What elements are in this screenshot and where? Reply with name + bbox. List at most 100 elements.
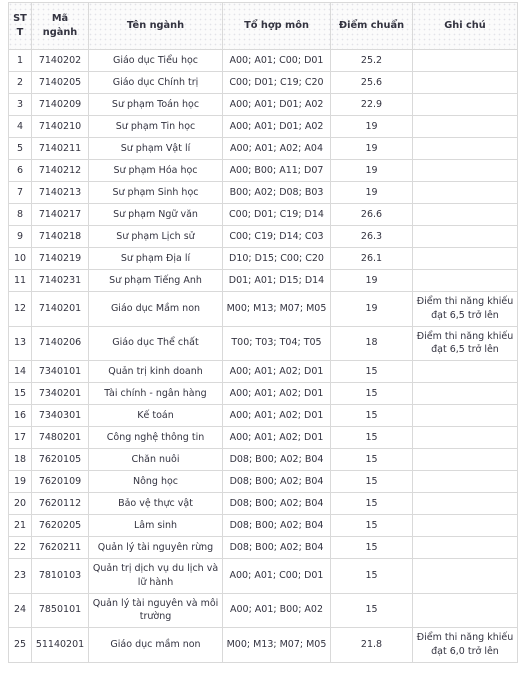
cell-name: Quản trị dịch vụ du lịch và lữ hành [88,558,223,594]
cell-stt: 18 [8,448,32,472]
cell-stt: 9 [8,225,32,248]
cell-score: 15 [330,360,413,384]
cell-comb: A00; A01; C00; D01 [222,49,331,72]
cell-note [412,159,518,182]
cell-note: Điểm thi năng khiếu đạt 6,5 trở lên [412,325,518,362]
cell-stt: 14 [8,360,32,384]
cell-score: 19 [330,115,413,138]
table-row: 17 7480201 Công nghệ thông tin A00; A01; A0… [8,426,518,450]
cell-name: Bảo vệ thực vật [88,492,223,516]
cell-score: 25.6 [330,71,413,94]
table-row: 8 7140217 Sư phạm Ngữ văn C00; D01; C19; D1… [8,203,518,226]
cell-code: 7340101 [31,360,89,384]
cell-name: Giáo dục Mầm non [88,291,223,327]
table-row: 2 7140205 Giáo dục Chính trị C00; D01; C19;… [8,71,518,94]
cell-score: 15 [330,404,413,428]
cell-stt: 21 [8,514,32,538]
cell-score: 18 [330,325,413,362]
cell-score: 26.1 [330,247,413,270]
cell-score: 15 [330,448,413,472]
cell-stt: 19 [8,470,32,494]
table-row: 24 7850101 Quản lý tài nguyên và môi trườn… [8,592,518,629]
cell-score: 19 [330,137,413,160]
table-row: 14 7340101 Quản trị kinh doanh A00; A01; A0… [8,360,518,384]
table-row: 5 7140211 Sư phạm Vật lí A00; A01; A02; A04… [8,137,518,160]
cell-comb: A00; A01; B00; A02 [222,592,331,629]
table-row: 18 7620105 Chăn nuôi D08; B00; A02; B04 15 [8,448,518,472]
cell-name: Tài chính - ngân hàng [88,382,223,406]
cell-score: 26.3 [330,225,413,248]
cell-stt: 8 [8,203,32,226]
cell-stt: 4 [8,115,32,138]
cell-name: Nông học [88,470,223,494]
table-row: 23 7810103 Quản trị dịch vụ du lịch và lữ … [8,558,518,594]
cell-stt: 16 [8,404,32,428]
table-row: 21 7620205 Lâm sinh D08; B00; A02; B04 15 [8,514,518,538]
table-row: 25 51140201 Giáo dục mầm non M00; M13; M07;… [8,627,518,663]
cell-note [412,536,518,560]
cell-note: Điểm thi năng khiếu đạt 6,5 trở lên [412,291,518,327]
cell-score: 26.6 [330,203,413,226]
cell-comb: A00; A01; A02; A04 [222,137,331,160]
table-row: 7 7140213 Sư phạm Sinh học B00; A02; D08; B… [8,181,518,204]
benchmark-score-table-container: STT Mã ngành Tên ngành Tổ hợp môn Điểm c… [0,0,525,663]
cell-note [412,181,518,204]
cell-name: Công nghệ thông tin [88,426,223,450]
cell-code: 7620205 [31,514,89,538]
cell-stt: 24 [8,592,32,629]
cell-comb: M00; M13; M07; M05 [222,627,331,663]
cell-note [412,137,518,160]
cell-note [412,71,518,94]
cell-name: Quản lý tài nguyên rừng [88,536,223,560]
cell-note [412,360,518,384]
cell-comb: D08; B00; A02; B04 [222,536,331,560]
cell-note [412,382,518,406]
cell-score: 15 [330,592,413,629]
cell-comb: B00; A02; D08; B03 [222,181,331,204]
cell-code: 51140201 [31,627,89,663]
cell-code: 7140206 [31,325,89,362]
column-header-major-name: Tên ngành [88,2,223,50]
cell-code: 7140213 [31,181,89,204]
cell-comb: A00; A01; A02; D01 [222,404,331,428]
admission-benchmark-table: STT Mã ngành Tên ngành Tổ hợp môn Điểm c… [8,2,518,663]
cell-note: Điểm thi năng khiếu đạt 6,0 trở lên [412,627,518,663]
cell-comb: D08; B00; A02; B04 [222,492,331,516]
cell-comb: A00; A01; C00; D01 [222,558,331,594]
cell-comb: D01; A01; D15; D14 [222,269,331,292]
cell-comb: D10; D15; C00; C20 [222,247,331,270]
cell-stt: 13 [8,325,32,362]
cell-score: 19 [330,159,413,182]
cell-stt: 1 [8,49,32,72]
column-header-major-code: Mã ngành [31,2,89,50]
table-row: 19 7620109 Nông học D08; B00; A02; B04 15 [8,470,518,494]
cell-name: Sư phạm Ngữ văn [88,203,223,226]
cell-comb: C00; D01; C19; D14 [222,203,331,226]
cell-comb: A00; A01; D01; A02 [222,115,331,138]
cell-code: 7620211 [31,536,89,560]
cell-comb: D08; B00; A02; B04 [222,514,331,538]
cell-code: 7480201 [31,426,89,450]
cell-code: 7810103 [31,558,89,594]
cell-code: 7620112 [31,492,89,516]
cell-stt: 7 [8,181,32,204]
cell-name: Kế toán [88,404,223,428]
cell-comb: D08; B00; A02; B04 [222,448,331,472]
cell-code: 7620105 [31,448,89,472]
cell-note [412,115,518,138]
cell-note [412,93,518,116]
cell-comb: A00; A01; A02; D01 [222,360,331,384]
cell-name: Sư phạm Hóa học [88,159,223,182]
cell-code: 7140211 [31,137,89,160]
cell-stt: 5 [8,137,32,160]
cell-code: 7140217 [31,203,89,226]
cell-score: 15 [330,470,413,494]
cell-code: 7340301 [31,404,89,428]
column-header-stt: STT [8,2,32,50]
cell-stt: 20 [8,492,32,516]
table-row: 10 7140219 Sư phạm Địa lí D10; D15; C00; C2… [8,247,518,270]
table-row: 15 7340201 Tài chính - ngân hàng A00; A01; … [8,382,518,406]
cell-note [412,203,518,226]
table-row: 4 7140210 Sư phạm Tin học A00; A01; D01; A0… [8,115,518,138]
cell-score: 22.9 [330,93,413,116]
